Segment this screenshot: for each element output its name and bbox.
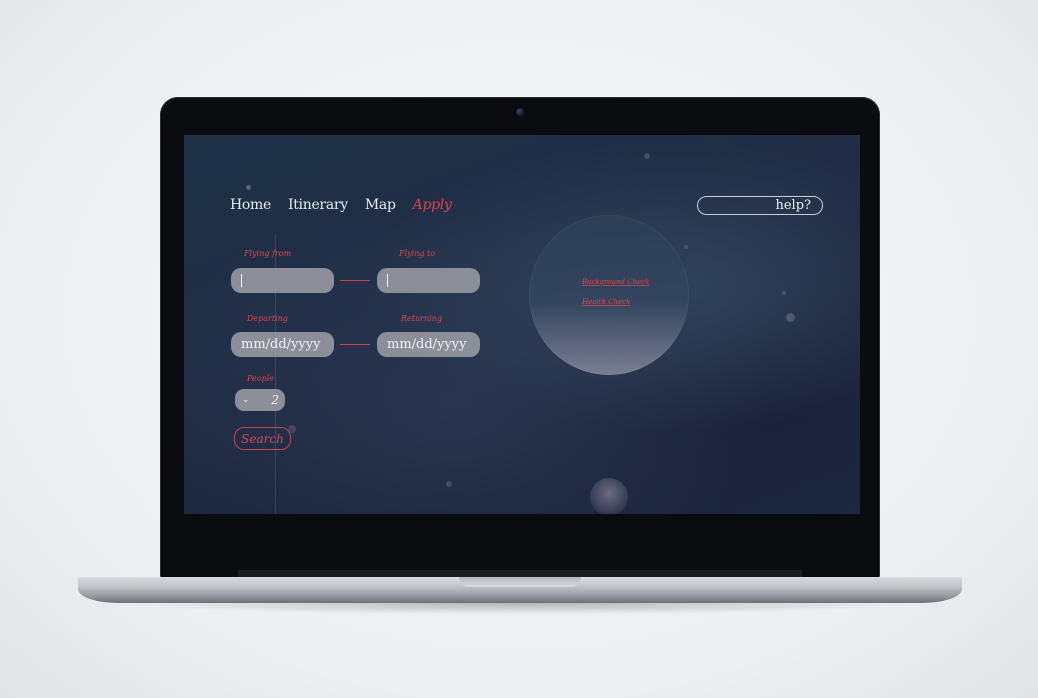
decorative-star bbox=[684, 245, 688, 249]
decorative-orb bbox=[590, 478, 628, 514]
nav-map[interactable]: Map bbox=[365, 197, 396, 213]
laptop-notch bbox=[459, 577, 581, 587]
flying-to-label: Flying to bbox=[399, 249, 436, 258]
people-label: People bbox=[247, 374, 274, 383]
text-cursor bbox=[387, 274, 388, 287]
info-circle bbox=[529, 215, 689, 375]
people-select[interactable]: ⌄ 2 bbox=[235, 389, 285, 411]
flying-to-input[interactable] bbox=[377, 268, 480, 293]
route-connector bbox=[340, 280, 370, 281]
help-search-box[interactable]: help? bbox=[697, 196, 823, 215]
background-check-link[interactable]: Background Check bbox=[582, 278, 649, 286]
decorative-star bbox=[446, 481, 452, 487]
health-check-link[interactable]: Health Check bbox=[582, 298, 630, 306]
laptop-hinge bbox=[238, 570, 802, 577]
text-cursor bbox=[241, 274, 242, 287]
nav-itinerary[interactable]: Itinerary bbox=[288, 197, 348, 213]
top-nav: Home Itinerary Map Apply bbox=[230, 197, 452, 213]
flying-from-input[interactable] bbox=[231, 268, 334, 293]
camera-icon bbox=[516, 108, 524, 116]
help-label: help? bbox=[775, 198, 811, 213]
screen: Home Itinerary Map Apply help? Flying fr… bbox=[184, 135, 860, 514]
departing-label: Departing bbox=[247, 314, 288, 323]
laptop-shadow bbox=[120, 603, 920, 615]
decorative-star bbox=[246, 185, 251, 190]
flying-from-label: Flying from bbox=[244, 249, 292, 258]
decorative-star bbox=[782, 291, 786, 295]
nav-home[interactable]: Home bbox=[230, 197, 271, 213]
decorative-star bbox=[786, 313, 795, 322]
chevron-down-icon: ⌄ bbox=[242, 395, 250, 405]
decorative-star bbox=[644, 153, 650, 159]
search-button[interactable]: Search bbox=[234, 427, 291, 450]
date-connector bbox=[340, 344, 370, 345]
returning-date-input[interactable]: mm/dd/yyyy bbox=[377, 332, 480, 357]
departing-date-input[interactable]: mm/dd/yyyy bbox=[231, 332, 334, 357]
returning-label: Returning bbox=[401, 314, 442, 323]
people-value: 2 bbox=[271, 393, 279, 407]
nav-apply[interactable]: Apply bbox=[413, 197, 452, 213]
